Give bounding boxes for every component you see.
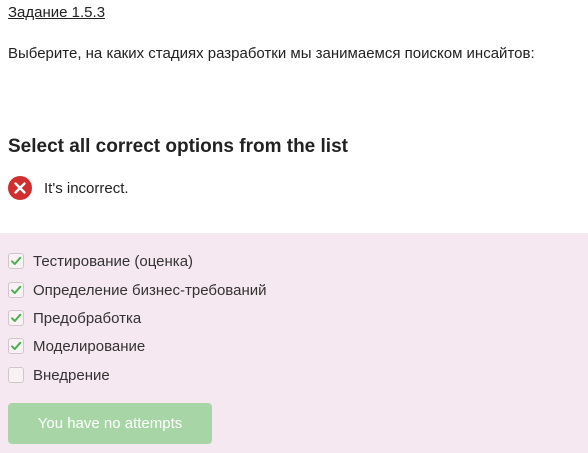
- option-item[interactable]: Внедрение: [8, 365, 110, 385]
- checkbox[interactable]: [8, 338, 24, 354]
- option-item[interactable]: Определение бизнес-требований: [8, 280, 266, 300]
- error-x-circle-icon: [8, 176, 32, 200]
- checkbox[interactable]: [8, 310, 24, 326]
- submit-button[interactable]: You have no attempts: [8, 403, 212, 444]
- option-item[interactable]: Моделирование: [8, 336, 145, 356]
- checkbox[interactable]: [8, 253, 24, 269]
- checkbox[interactable]: [8, 282, 24, 298]
- question-text: Выберите, на каких стадиях разработки мы…: [8, 45, 535, 62]
- option-item[interactable]: Предобработка: [8, 308, 141, 328]
- checkbox[interactable]: [8, 367, 24, 383]
- option-label: Внедрение: [33, 366, 110, 384]
- option-item[interactable]: Тестирование (оценка): [8, 251, 193, 271]
- option-label: Определение бизнес-требований: [33, 281, 267, 299]
- section-title: Select all correct options from the list: [8, 136, 348, 157]
- task-link[interactable]: Задание 1.5.3: [8, 4, 105, 21]
- feedback-status: It's incorrect.: [8, 176, 129, 200]
- option-label: Тестирование (оценка): [33, 252, 194, 270]
- option-label: Моделирование: [33, 337, 146, 355]
- feedback-text: It's incorrect.: [44, 179, 129, 197]
- options-panel: Тестирование (оценка) Определение бизнес…: [0, 233, 588, 453]
- option-label: Предобработка: [33, 309, 142, 327]
